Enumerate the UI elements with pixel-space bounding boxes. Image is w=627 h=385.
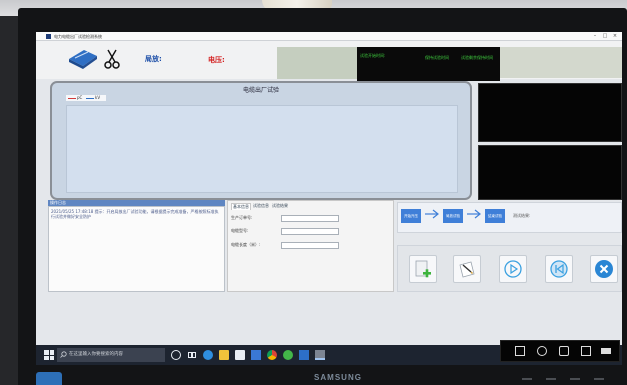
skip-back-icon (550, 260, 568, 278)
input-source-icon (559, 346, 569, 356)
video-panel-top (478, 83, 622, 142)
cable-length-input[interactable] (281, 242, 339, 249)
cable-model-label: 电缆型号: (231, 228, 249, 233)
step-start-voltage: 开始升压 (401, 209, 421, 223)
window-title: 电力电缆出厂试验检测系统 (54, 34, 102, 39)
tab-basic-info[interactable]: 基本信息 (231, 203, 251, 210)
cable-model-input[interactable] (281, 228, 339, 235)
log-panel[interactable]: 2021/05/25 17:48:18 提示：开启局放出厂试验功能，请根据提示完… (48, 206, 225, 292)
menu-icon (601, 348, 611, 354)
play-icon (504, 260, 522, 278)
info-panel: 基本信息 试验信息 试验结果 生产订单号: 电缆型号: 电缆长度（米）: (227, 200, 394, 292)
close-button[interactable]: × (610, 32, 620, 41)
windows-start-icon[interactable] (44, 350, 54, 360)
legend-swatch-voltage (86, 97, 94, 99)
chart-legend: pC kV (66, 95, 106, 101)
blue-app-icon[interactable] (299, 350, 309, 360)
plot-area (66, 105, 458, 193)
order-number-label: 生产订单号: (231, 215, 253, 220)
window-titlebar: 电力电缆出厂试验检测系统 – □ × (36, 32, 622, 41)
bezel-button (522, 378, 532, 380)
order-number-input[interactable] (281, 215, 339, 222)
chrome-icon[interactable] (267, 350, 277, 360)
chart-panel: 电缆出厂试验 pC kV (50, 81, 472, 200)
scissors-icon[interactable] (104, 48, 120, 70)
app-logo-icon[interactable] (66, 47, 100, 70)
tab-test-result[interactable]: 试验结果 (271, 203, 289, 209)
bezel-sticker (36, 372, 62, 385)
screen-size-icon (581, 346, 591, 356)
brightness-icon (537, 346, 547, 356)
exit-icon (595, 260, 613, 278)
minimize-button[interactable]: – (590, 32, 600, 41)
remaining-time-label: 试验剩余保持时间 (461, 55, 493, 60)
arrow-right-icon (467, 209, 481, 219)
photo-frame: 电力电缆出厂试验检测系统 – □ × 局放: 电压: 试验开始时间: 保持试验时… (0, 0, 627, 385)
cortana-icon[interactable] (171, 350, 181, 360)
test-result-label: 测试结果: (513, 213, 531, 218)
start-time-label: 试验开始时间: (360, 53, 386, 58)
chart-title: 电缆出厂试验 (242, 87, 279, 94)
step-pd-test: 局放试验 (443, 209, 463, 223)
timer-panel: 试验开始时间: 保持试验时间 试验剩余保持时间 (357, 47, 500, 81)
legend-label-voltage: kV (95, 95, 101, 100)
search-placeholder: 在这里输入你要搜索的内容 (69, 352, 123, 357)
exit-button[interactable] (590, 255, 618, 283)
voltage-label: 电压: (208, 56, 225, 64)
start-button[interactable] (499, 255, 527, 283)
monitor-brand-logo: SAMSUNG (314, 373, 362, 382)
log-entry: 2021/05/25 17:48:18 提示：开启局放出厂试验功能，请根据提示完… (51, 209, 219, 219)
new-file-icon (415, 260, 431, 278)
maximize-button[interactable]: □ (600, 32, 610, 41)
bezel-button (570, 378, 580, 380)
edit-button[interactable] (453, 255, 481, 283)
status-panel (500, 47, 622, 78)
cable-length-label: 电缆长度（米）: (231, 242, 261, 247)
reset-button[interactable] (545, 255, 573, 283)
green-app-icon[interactable] (283, 350, 293, 360)
hold-time-label: 保持试验时间 (425, 55, 449, 60)
mail-icon[interactable] (251, 350, 261, 360)
readout-panel (277, 47, 357, 79)
edge-icon[interactable] (203, 350, 213, 360)
legend-swatch-pd (68, 97, 76, 99)
edit-icon (459, 261, 475, 278)
action-panel (397, 245, 622, 292)
picture-mode-icon (515, 346, 525, 356)
toolbar: 局放: 电压: 试验开始时间: 保持试验时间 试验剩余保持时间 (36, 41, 622, 81)
taskbar-search-box[interactable]: 在这里输入你要搜索的内容 (57, 348, 165, 362)
bezel-button (546, 378, 556, 380)
monitor-screen: 电力电缆出厂试验检测系统 – □ × 局放: 电压: 试验开始时间: 保持试验时… (36, 32, 622, 365)
legend-label-pd: pC (77, 95, 83, 100)
video-panel-bottom (478, 145, 622, 200)
task-view-icon[interactable] (187, 350, 197, 360)
search-icon (60, 351, 67, 358)
monitor-osd-menu (500, 340, 620, 362)
arrow-right-icon (425, 209, 439, 219)
tab-test-info[interactable]: 试验信息 (252, 203, 270, 209)
step-end-test: 结束试验 (485, 209, 505, 223)
bezel-button (594, 378, 604, 380)
app-icon (46, 34, 51, 39)
active-app-icon[interactable] (315, 350, 325, 360)
file-explorer-icon[interactable] (219, 350, 229, 360)
store-icon[interactable] (235, 350, 245, 360)
test-flow-panel: 开始升压 局放试验 结束试验 测试结果: (397, 202, 622, 233)
partial-discharge-label: 局放: (145, 55, 162, 63)
new-test-button[interactable] (409, 255, 437, 283)
